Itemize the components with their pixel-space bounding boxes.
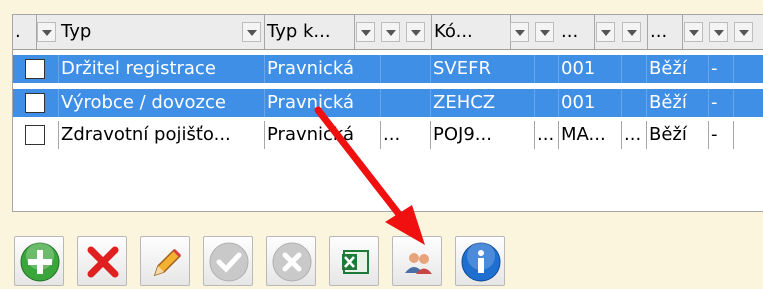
cell-empty [734, 89, 763, 117]
cell-col9: - [709, 55, 734, 83]
row-checkbox-cell[interactable] [13, 89, 59, 117]
filter-dropdown[interactable] [356, 22, 375, 42]
users-icon [405, 253, 432, 274]
cell-col7 [622, 89, 647, 117]
cell-col5: ... [535, 121, 559, 149]
filter-dropdown[interactable] [37, 22, 56, 42]
header-kod[interactable]: Kó... [431, 15, 511, 49]
filter-dropdown[interactable] [381, 22, 400, 42]
excel-icon [342, 250, 369, 274]
add-button[interactable] [14, 236, 64, 286]
row-checkbox[interactable] [25, 125, 45, 145]
table-row[interactable]: Výrobce / dovozce Pravnická ZEHCZ 001 Bě… [13, 89, 763, 117]
cell-empty [734, 55, 763, 83]
cell-col7: ... [622, 121, 647, 149]
cell-typ-k: Pravnická [265, 55, 381, 83]
header-typ[interactable]: Typ [59, 15, 265, 49]
cell-col7 [622, 55, 647, 83]
filter-dropdown[interactable] [684, 22, 703, 42]
cell-stav: Běží [647, 121, 709, 149]
cancel-button[interactable] [266, 236, 316, 286]
filter-dropdown[interactable] [596, 22, 615, 42]
red-x-icon [87, 246, 119, 278]
cell-empty [734, 121, 763, 149]
cell-col9: - [709, 121, 734, 149]
row-checkbox-cell[interactable] [13, 121, 59, 149]
check-circle-icon [209, 242, 249, 282]
filter-dropdown[interactable] [535, 22, 554, 42]
cell-stav: Běží [647, 55, 709, 83]
edit-button[interactable] [140, 236, 190, 286]
plus-circle-icon [20, 242, 60, 282]
cell-col5 [535, 89, 559, 117]
cell-typ: Držitel registrace [59, 55, 265, 83]
filter-dropdown[interactable] [709, 22, 728, 42]
header-col11[interactable]: ... [647, 15, 683, 49]
cell-col6: 001 [559, 55, 622, 83]
toolbar [14, 236, 534, 286]
data-grid[interactable]: . Typ Typ k... Kó... ... ... Držitel reg… [12, 14, 763, 212]
filter-dropdown[interactable] [734, 22, 753, 42]
cell-col3 [381, 55, 431, 83]
cell-stav: Běží [647, 89, 709, 117]
cell-col3 [381, 89, 431, 117]
filter-dropdown[interactable] [510, 22, 529, 42]
users-button[interactable] [392, 236, 442, 286]
cell-col6: 001 [559, 89, 622, 117]
cell-col3: ... [381, 121, 431, 149]
grid-header: . Typ Typ k... Kó... ... ... [13, 15, 763, 50]
filter-dropdown[interactable] [622, 22, 641, 42]
row-checkbox-cell[interactable] [13, 55, 59, 83]
cell-typ: Zdravotní pojišťo... [59, 121, 265, 149]
header-typ-k[interactable]: Typ k... [265, 15, 355, 49]
cell-typ: Výrobce / dovozce [59, 89, 265, 117]
table-row[interactable]: Zdravotní pojišťo... Pravnická ... POJ9.… [13, 121, 763, 149]
row-checkbox[interactable] [25, 93, 45, 113]
cell-col6: MA... [559, 121, 622, 149]
pencil-icon [153, 248, 182, 277]
info-icon [461, 242, 501, 282]
x-circle-icon [272, 242, 312, 282]
cell-col5 [535, 55, 559, 83]
cell-kod: SVEFR [431, 55, 535, 83]
delete-button[interactable] [77, 236, 127, 286]
filter-dropdown[interactable] [406, 22, 425, 42]
confirm-button[interactable] [203, 236, 253, 286]
excel-export-button[interactable] [329, 236, 379, 286]
info-button[interactable] [455, 236, 505, 286]
cell-kod: POJ9... [431, 121, 535, 149]
cell-kod: ZEHCZ [431, 89, 535, 117]
cell-typ-k: Pravnická [265, 121, 381, 149]
row-checkbox[interactable] [25, 59, 45, 79]
header-dot[interactable]: . [13, 15, 37, 49]
table-row[interactable]: Držitel registrace Pravnická SVEFR 001 B… [13, 55, 763, 83]
cell-typ-k: Pravnická [265, 89, 381, 117]
filter-dropdown[interactable] [242, 22, 261, 42]
header-col8[interactable]: ... [559, 15, 595, 49]
cell-col9: - [709, 89, 734, 117]
